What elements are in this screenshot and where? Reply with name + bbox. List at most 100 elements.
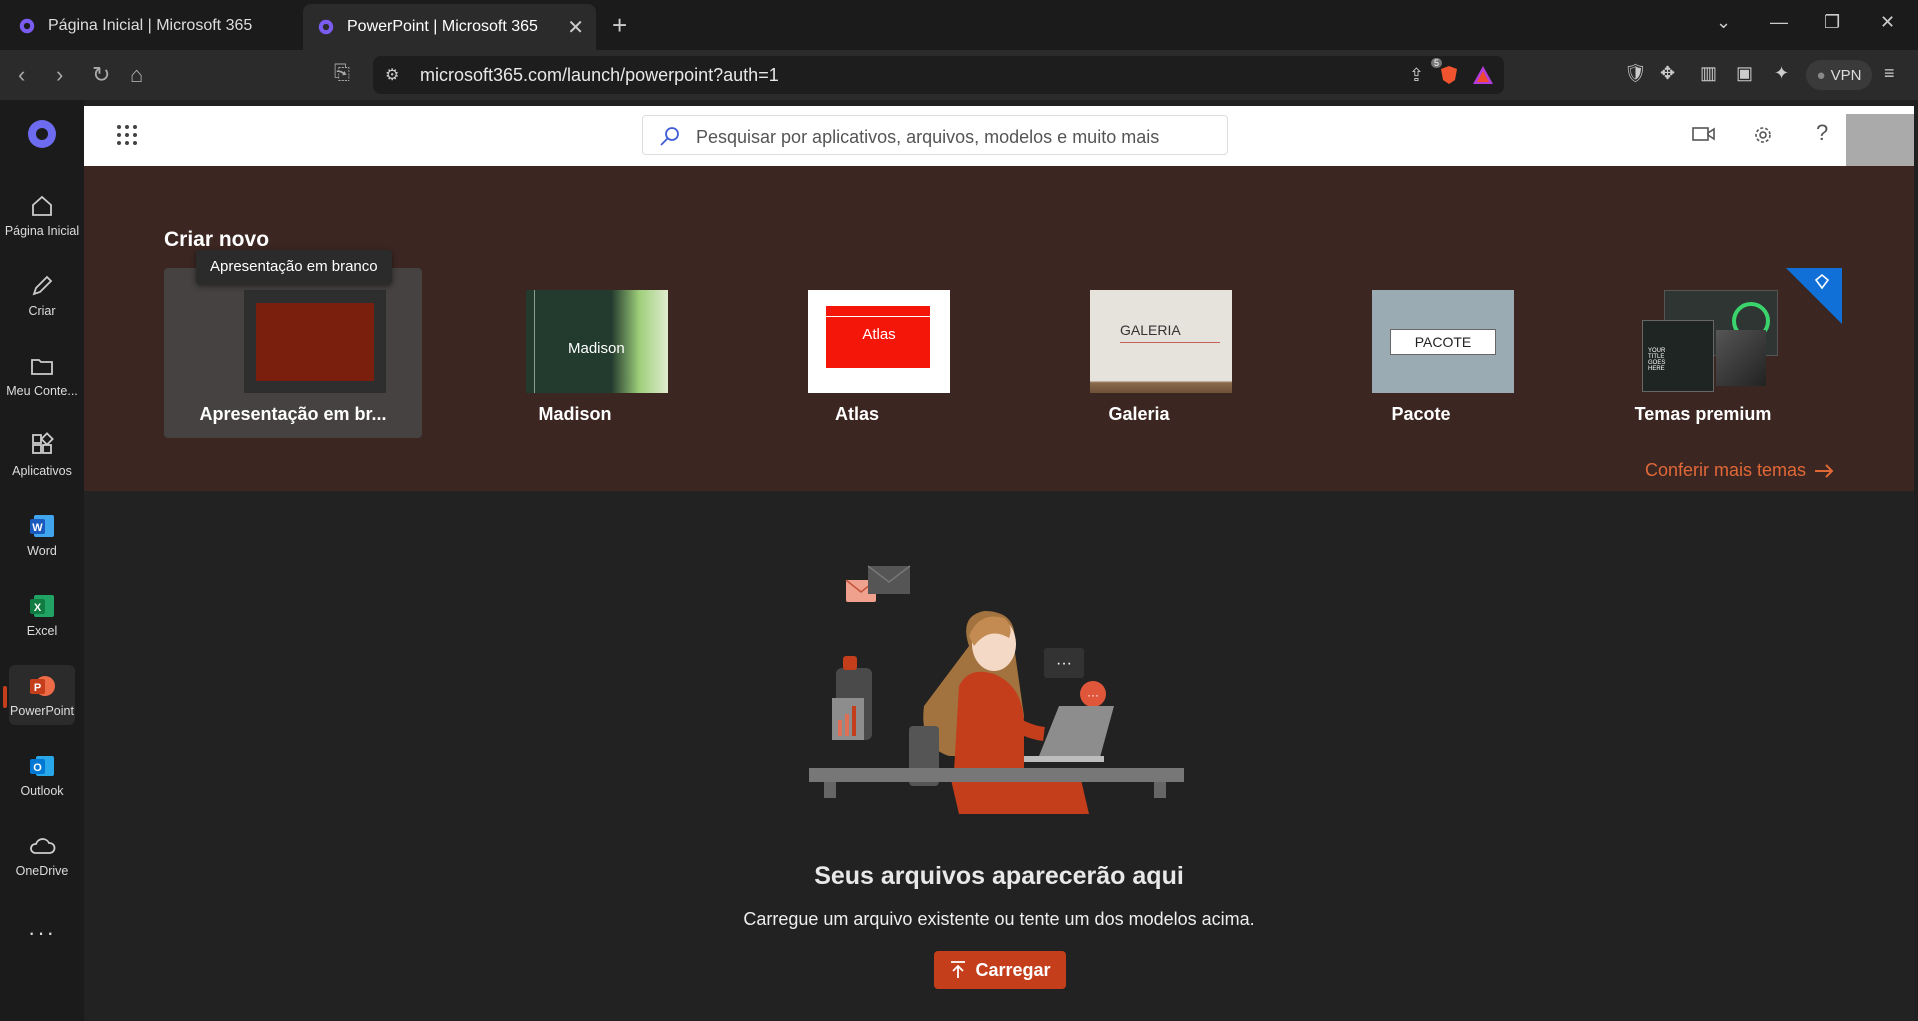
gear-icon[interactable] (1752, 124, 1774, 146)
svg-text:W: W (32, 522, 43, 534)
vpn-status-icon: ● (1816, 66, 1826, 84)
excel-icon: X (30, 595, 54, 617)
m365-header: Pesquisar por aplicativos, arquivos, mod… (84, 106, 1914, 166)
wallet-icon[interactable]: ▣ (1736, 63, 1753, 84)
template-atlas[interactable]: Atlas Atlas (728, 268, 986, 438)
svg-text:···: ··· (1056, 655, 1072, 672)
tab-title: Página Inicial | Microsoft 365 (48, 17, 253, 34)
template-blank[interactable]: Apresentação em br... (164, 268, 422, 438)
share-icon[interactable]: ⇪ (1409, 65, 1424, 86)
browser-tabbar: Página Inicial | Microsoft 365 PowerPoin… (0, 0, 1918, 50)
app-launcher-icon[interactable] (116, 124, 138, 146)
vpn-label: VPN (1830, 66, 1862, 84)
new-tab-button[interactable]: + (612, 10, 627, 41)
more-themes-link[interactable]: Conferir mais temas (1645, 460, 1834, 481)
template-thumbnail: Atlas (808, 290, 950, 393)
thumbnail-rule (826, 316, 930, 317)
template-premium[interactable]: YOUR TITLE GOES HERE Temas premium (1574, 268, 1842, 438)
close-window-button[interactable]: ✕ (1880, 12, 1895, 33)
rail-item-onedrive[interactable]: OneDrive (0, 832, 84, 878)
pen-icon (32, 275, 53, 296)
blank-slide-preview (256, 302, 374, 381)
browser-toolbar: ‹ › ↻ ⌂ ⎘ ⚙ microsoft365.com/launch/powe… (0, 50, 1918, 100)
template-madison[interactable]: Madison Madison (446, 268, 704, 438)
address-bar[interactable]: ⚙ microsoft365.com/launch/powerpoint?aut… (373, 56, 1504, 94)
section-heading: Criar novo (164, 228, 270, 251)
home-icon (32, 195, 52, 216)
apps-icon (32, 432, 54, 454)
sidebar-icon[interactable]: ▥ (1700, 63, 1717, 84)
menu-icon[interactable]: ≡ (1884, 63, 1895, 84)
thumbnail-title: PACOTE (1390, 328, 1496, 355)
m365-icon (19, 18, 35, 34)
rail-item-apps[interactable]: Aplicativos (0, 432, 84, 478)
upload-button[interactable]: Carregar (934, 951, 1066, 989)
search-box[interactable]: Pesquisar por aplicativos, arquivos, mod… (642, 115, 1228, 155)
template-thumbnail: Madison (526, 290, 668, 393)
thumbnail-title: Atlas (862, 326, 896, 343)
vpn-button[interactable]: ● VPN (1806, 60, 1872, 90)
rail-item-label: Aplicativos (12, 464, 72, 478)
main-content: Pesquisar por aplicativos, arquivos, mod… (84, 106, 1914, 1021)
avatar[interactable] (1846, 114, 1914, 166)
minimize-button[interactable]: — (1770, 12, 1788, 33)
tab-powerpoint[interactable]: PowerPoint | Microsoft 365 ✕ (303, 4, 596, 50)
empty-state-title: Seus arquivos aparecerão aqui (814, 862, 1184, 890)
powerpoint-icon: P (30, 676, 55, 696)
rail-item-word[interactable]: W Word (0, 512, 84, 558)
rail-item-powerpoint[interactable]: P PowerPoint (0, 672, 84, 718)
extension-shield-icon[interactable]: 🛡 (1624, 63, 1647, 84)
svg-text:O: O (33, 762, 42, 774)
rail-item-label: PowerPoint (10, 704, 74, 718)
folder-icon (31, 359, 53, 375)
word-icon: W (30, 515, 54, 537)
thumbnail-rule (534, 290, 535, 393)
m365-icon (318, 19, 334, 35)
restore-button[interactable]: ❐ (1824, 12, 1840, 33)
rail-item-label: Página Inicial (4, 224, 80, 238)
site-settings-icon[interactable]: ⚙ (385, 65, 399, 85)
template-label: Apresentação em br... (199, 404, 387, 424)
tab-home[interactable]: Página Inicial | Microsoft 365 (18, 6, 288, 46)
rail-item-home[interactable]: Página Inicial (0, 192, 84, 238)
extensions-icon[interactable]: ✥ (1660, 63, 1675, 84)
rail-item-my-content[interactable]: Meu Conte... (0, 352, 84, 398)
close-tab-icon[interactable]: ✕ (567, 15, 584, 40)
template-thumbnail (244, 290, 386, 393)
rail-item-outlook[interactable]: O Outlook (0, 752, 84, 798)
create-new-section: Criar novo Apresentação em br... Apresen… (84, 166, 1914, 491)
template-thumbnail: PACOTE (1372, 290, 1514, 393)
m365-logo-icon[interactable] (26, 118, 58, 150)
leo-ai-icon[interactable]: ✦ (1774, 63, 1789, 84)
tab-list-chevron-icon[interactable]: ⌄ (1716, 12, 1731, 33)
template-pacote[interactable]: PACOTE Pacote (1292, 268, 1550, 438)
help-icon[interactable]: ? (1816, 120, 1828, 146)
premium-slide-title: YOUR TITLE GOES HERE (1648, 348, 1666, 372)
thumbnail-rule (1120, 342, 1220, 343)
forward-icon[interactable]: › (56, 62, 63, 88)
tooltip: Apresentação em branco (196, 250, 392, 284)
rail-item-label: Meu Conte... (6, 384, 78, 398)
empty-state-subtitle: Carregue um arquivo existente ou tente u… (743, 909, 1255, 929)
template-thumbnail: YOUR TITLE GOES HERE (1642, 290, 1784, 393)
template-label: Pacote (1391, 404, 1451, 424)
rail-item-excel[interactable]: X Excel (0, 592, 84, 638)
brave-shields-icon[interactable] (1438, 64, 1460, 86)
shields-count-badge: 5 (1430, 58, 1442, 68)
video-icon[interactable] (1692, 124, 1716, 144)
brave-rewards-icon[interactable] (1472, 65, 1494, 85)
rail-item-create[interactable]: Criar (0, 272, 84, 318)
template-label: Atlas (834, 404, 879, 424)
bookmark-icon[interactable]: ⎘ (334, 62, 350, 85)
thumbnail-title: GALERIA (1120, 322, 1181, 338)
upload-icon (951, 961, 966, 978)
svg-text:X: X (34, 602, 42, 614)
more-apps-icon[interactable]: ··· (0, 920, 84, 946)
svg-text:···: ··· (1087, 688, 1099, 702)
cloud-icon (30, 838, 56, 854)
reload-icon[interactable]: ↻ (92, 62, 110, 88)
thumbnail-title: Madison (568, 340, 625, 357)
home-icon[interactable]: ⌂ (130, 62, 143, 88)
back-icon[interactable]: ‹ (18, 62, 25, 88)
template-galeria[interactable]: GALERIA Galeria (1010, 268, 1268, 438)
